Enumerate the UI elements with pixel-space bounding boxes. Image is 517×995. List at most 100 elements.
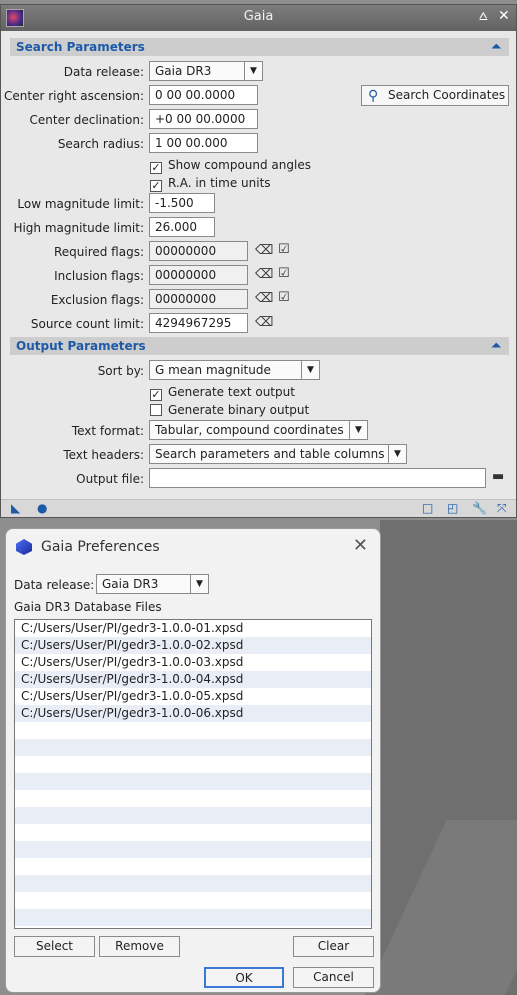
list-item[interactable] [15, 841, 371, 858]
sort-by-label: Sort by: [97, 364, 144, 378]
list-item[interactable] [15, 756, 371, 773]
section-title: Search Parameters [16, 40, 145, 54]
search-coordinates-button[interactable]: ⚲ Search Coordinates [361, 85, 509, 106]
list-item[interactable] [15, 875, 371, 892]
close-icon[interactable]: ✕ [498, 8, 510, 24]
exclusion-flags-field[interactable]: 00000000 [149, 289, 248, 309]
ra-time-units-label: R.A. in time units [168, 176, 271, 190]
output-file-field[interactable] [149, 468, 486, 488]
flags-edit-icon[interactable]: ☑ [278, 266, 290, 281]
dialog-title: Gaia Preferences [41, 539, 160, 555]
section-title: Output Parameters [16, 339, 146, 353]
chevron-down-icon: ▼ [301, 361, 319, 379]
chevron-down-icon: ▼ [190, 575, 208, 593]
shade-icon[interactable]: ⩟ [479, 8, 488, 24]
ra-time-units-checkbox[interactable]: ✓ R.A. in time units [150, 176, 271, 192]
source-count-field[interactable]: 4294967295 [149, 313, 248, 333]
clear-field-icon[interactable]: ⌫ [255, 267, 273, 282]
list-item[interactable] [15, 790, 371, 807]
text-format-value: Tabular, compound coordinates [155, 423, 344, 437]
search-radius-field[interactable]: 1 00 00.000 [149, 133, 258, 153]
chevron-down-icon: ▼ [349, 421, 367, 439]
collapse-icon[interactable]: ⏶ [491, 39, 501, 54]
source-count-label: Source count limit: [30, 317, 144, 331]
database-files-label: Gaia DR3 Database Files [14, 600, 162, 614]
list-item[interactable]: C:/Users/User/PI/gedr3-1.0.0-05.xpsd [15, 688, 371, 705]
checkmark-icon: ✓ [150, 388, 162, 401]
low-magnitude-label: Low magnitude limit: [17, 197, 144, 211]
center-dec-field[interactable]: +0 00 00.0000 [149, 109, 258, 129]
clear-field-icon[interactable]: ⌫ [255, 315, 273, 330]
reset-icon[interactable]: ◰ [447, 501, 458, 515]
text-headers-combo[interactable]: Search parameters and table columns ▼ [149, 444, 407, 464]
database-file-list[interactable]: C:/Users/User/PI/gedr3-1.0.0-01.xpsd C:/U… [14, 619, 372, 929]
text-format-combo[interactable]: Tabular, compound coordinates ▼ [149, 420, 368, 440]
high-magnitude-field[interactable]: 26.000 [149, 217, 215, 237]
list-item[interactable] [15, 909, 371, 926]
data-release-label: Data release: [14, 578, 95, 592]
list-item[interactable]: C:/Users/User/PI/gedr3-1.0.0-03.xpsd [15, 654, 371, 671]
high-magnitude-label: High magnitude limit: [13, 221, 144, 235]
title-bar[interactable]: Gaia ⩟ ✕ [1, 5, 516, 31]
center-ra-field[interactable]: 0 00 00.0000 [149, 85, 258, 105]
data-release-label: Data release: [63, 65, 144, 79]
preview-icon[interactable]: □ [422, 501, 433, 515]
data-release-combo[interactable]: Gaia DR3 ▼ [96, 574, 209, 594]
preferences-app-icon [16, 539, 32, 555]
low-magnitude-field[interactable]: -1.500 [149, 193, 215, 213]
collapse-icon[interactable]: ⏶ [491, 338, 501, 353]
window-title: Gaia [243, 9, 274, 24]
sort-by-value: G mean magnitude [155, 363, 271, 377]
text-format-label: Text format: [71, 424, 144, 438]
list-item[interactable] [15, 807, 371, 824]
list-item[interactable] [15, 773, 371, 790]
data-release-value: Gaia DR3 [102, 577, 159, 591]
center-dec-label: Center declination: [29, 113, 144, 127]
search-radius-label: Search radius: [57, 137, 144, 151]
exclusion-flags-label: Exclusion flags: [50, 293, 144, 307]
list-item[interactable]: C:/Users/User/PI/gedr3-1.0.0-01.xpsd [15, 620, 371, 637]
expand-icon[interactable]: ⤧ [497, 501, 507, 516]
generate-binary-checkbox[interactable]: Generate binary output [150, 403, 309, 417]
list-item[interactable] [15, 858, 371, 875]
remove-button[interactable]: Remove [99, 936, 180, 957]
show-compound-angles-checkbox[interactable]: ✓ Show compound angles [150, 158, 311, 174]
text-headers-label: Text headers: [63, 448, 144, 462]
search-button-label: Search Coordinates [388, 88, 506, 102]
close-icon[interactable]: ✕ [353, 535, 368, 556]
flags-edit-icon[interactable]: ☑ [278, 290, 290, 305]
clear-field-icon[interactable]: ⌫ [255, 243, 273, 258]
inclusion-flags-field[interactable]: 00000000 [149, 265, 248, 285]
background-panel [380, 520, 517, 995]
folder-icon[interactable]: ▬ [492, 469, 504, 484]
search-parameters-section[interactable]: Search Parameters ⏶ [10, 38, 509, 56]
cancel-button[interactable]: Cancel [293, 967, 374, 988]
list-item[interactable] [15, 824, 371, 841]
gaia-window: Gaia ⩟ ✕ Search Parameters ⏶ Data releas… [0, 4, 517, 518]
generate-text-checkbox[interactable]: ✓ Generate text output [150, 385, 295, 401]
flags-edit-icon[interactable]: ☑ [278, 242, 290, 257]
clear-button[interactable]: Clear [293, 936, 374, 957]
ok-button[interactable]: OK [204, 967, 284, 988]
clear-field-icon[interactable]: ⌫ [255, 291, 273, 306]
sort-by-combo[interactable]: G mean magnitude ▼ [149, 360, 320, 380]
generate-binary-label: Generate binary output [168, 403, 310, 417]
text-headers-value: Search parameters and table columns [155, 447, 385, 461]
list-item[interactable] [15, 892, 371, 909]
gaia-preferences-dialog: Gaia Preferences ✕ Data release: Gaia DR… [5, 528, 381, 993]
checkmark-icon: ✓ [150, 179, 162, 192]
list-item[interactable]: C:/Users/User/PI/gedr3-1.0.0-06.xpsd [15, 705, 371, 722]
required-flags-field[interactable]: 00000000 [149, 241, 248, 261]
apply-global-icon[interactable]: ● [37, 501, 47, 515]
select-button[interactable]: Select [14, 936, 95, 957]
list-item[interactable]: C:/Users/User/PI/gedr3-1.0.0-02.xpsd [15, 637, 371, 654]
list-item[interactable] [15, 722, 371, 739]
data-release-combo[interactable]: Gaia DR3 ▼ [149, 61, 263, 81]
new-instance-icon[interactable]: ◣ [11, 501, 20, 515]
list-item[interactable] [15, 739, 371, 756]
show-compound-angles-label: Show compound angles [168, 158, 311, 172]
unchecked-box [150, 404, 162, 416]
list-item[interactable]: C:/Users/User/PI/gedr3-1.0.0-04.xpsd [15, 671, 371, 688]
output-parameters-section[interactable]: Output Parameters ⏶ [10, 337, 509, 355]
settings-icon[interactable]: 🔧 [472, 501, 487, 515]
